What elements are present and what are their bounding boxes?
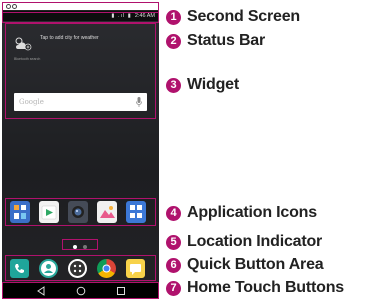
callout-label: Application Icons [187,204,317,221]
callout-number: 2 [166,34,181,49]
callout-number: 5 [166,235,181,250]
callout-number: 3 [166,78,181,93]
callout-number: 7 [166,281,181,296]
home-buttons-highlight [2,282,159,299]
callout-label: Status Bar [187,32,266,49]
location-indicator-highlight [62,239,98,250]
callout-label: Quick Button Area [187,256,324,273]
callout-number: 6 [166,258,181,273]
app-icons-highlight [5,198,156,226]
callout-number: 4 [166,206,181,221]
callout-label: Second Screen [187,8,301,25]
widget-highlight [5,23,156,119]
status-bar-highlight [2,12,159,23]
callout-number: 1 [166,10,181,25]
callout-label: Home Touch Buttons [187,279,344,296]
callout-label: Location Indicator [187,233,323,250]
callout-label: Widget [187,76,239,93]
quick-buttons-highlight [5,255,156,281]
